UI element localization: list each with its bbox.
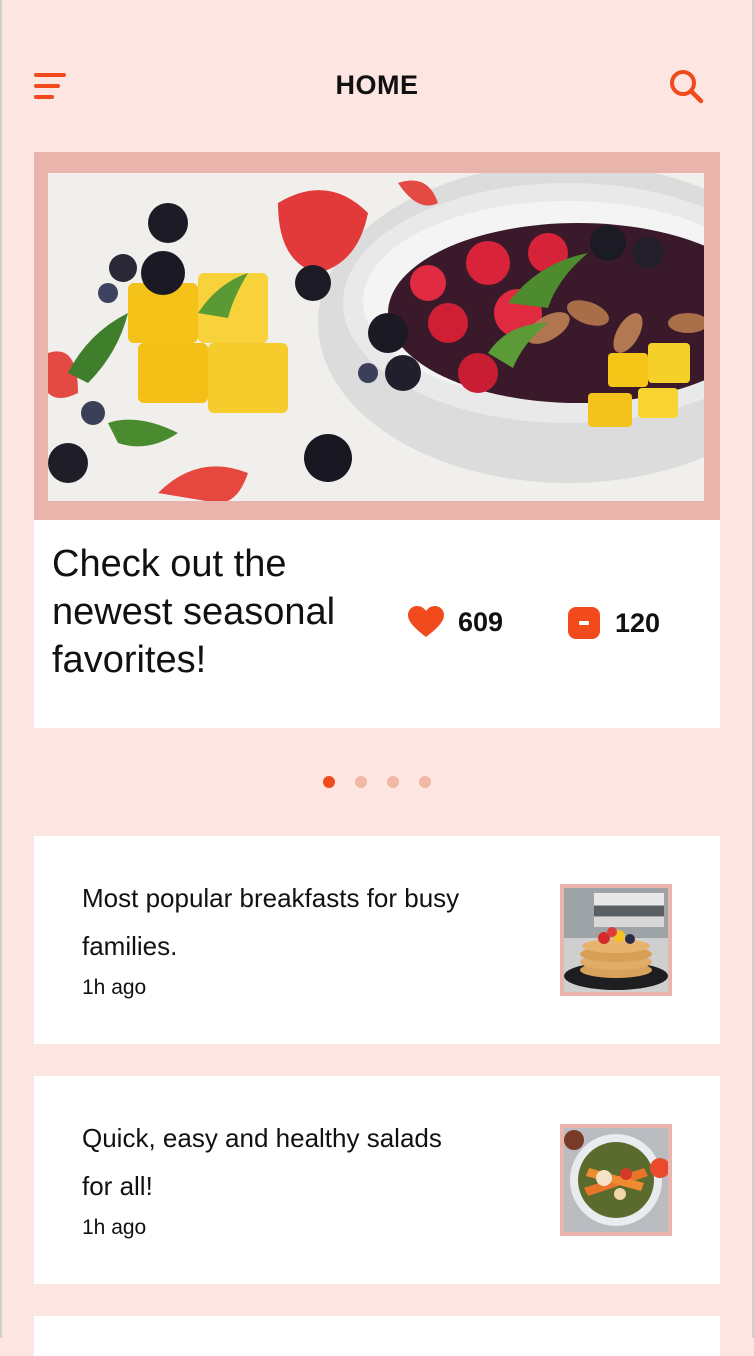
article-thumbnail-frame <box>560 884 672 996</box>
comment-button[interactable]: 120 <box>567 606 660 640</box>
article-timestamp: 1h ago <box>82 1216 147 1239</box>
article-timestamp: 1h ago <box>82 976 147 999</box>
featured-card[interactable]: Check out the newest seasonal favorites!… <box>34 152 720 728</box>
like-count: 609 <box>458 606 504 637</box>
featured-image-frame <box>34 152 720 520</box>
carousel-dot-2[interactable] <box>355 776 367 788</box>
article-card[interactable]: Quick, easy and healthy salads for all! … <box>34 1076 720 1284</box>
carousel-dot-4[interactable] <box>419 776 431 788</box>
app-header: HOME <box>0 50 754 122</box>
comment-icon <box>568 607 600 639</box>
featured-headline: Check out the newest seasonal favorites! <box>52 543 336 681</box>
heart-icon <box>408 606 444 637</box>
article-card[interactable]: Most popular breakfasts for busy familie… <box>34 836 720 1044</box>
window-edge-left <box>0 0 2 1338</box>
comment-count: 120 <box>615 607 661 638</box>
article-thumbnail-frame <box>560 1124 672 1236</box>
article-title: Quick, easy and healthy salads for all! <box>82 1123 442 1201</box>
carousel-indicator <box>0 776 754 788</box>
search-icon[interactable] <box>668 68 704 104</box>
article-title: Most popular breakfasts for busy familie… <box>82 883 460 961</box>
carousel-dot-3[interactable] <box>387 776 399 788</box>
carousel-dot-1[interactable] <box>323 776 335 788</box>
article-card[interactable] <box>34 1316 720 1356</box>
pancakes-photo <box>564 888 668 992</box>
salad-photo <box>564 1128 668 1232</box>
like-button[interactable]: 609 <box>408 606 503 638</box>
page-title: HOME <box>335 70 419 100</box>
fruit-bowl-photo <box>48 173 704 501</box>
